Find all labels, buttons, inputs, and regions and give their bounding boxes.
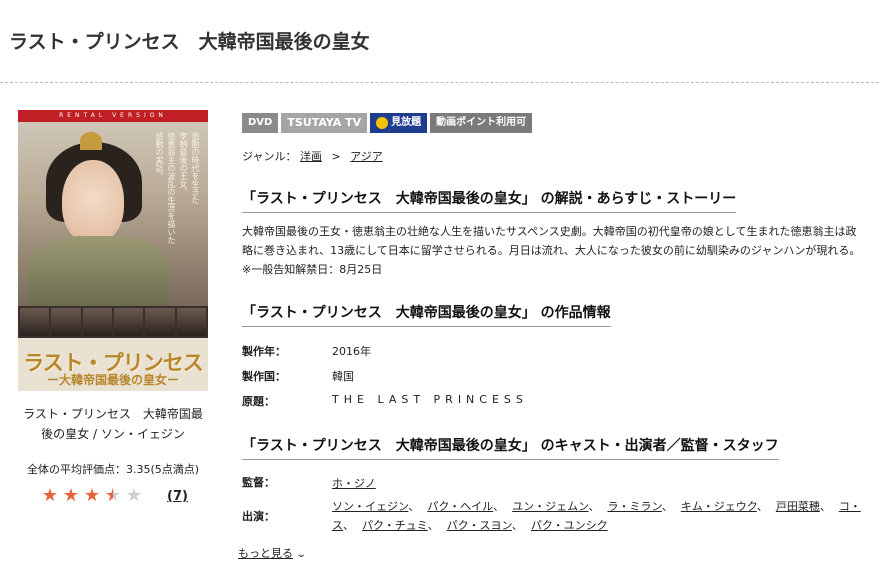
star-icon: ★ <box>41 485 59 506</box>
cast-member-link[interactable]: キム・ジェウク <box>681 500 757 513</box>
dvd-cover-image[interactable]: RENTAL VERSION 激動の時代を生きた 李朝最後の王女、 徳恵翁主の波… <box>18 110 208 391</box>
cast-member-link[interactable]: パク・チュミ <box>362 519 428 532</box>
cast-member-link[interactable]: ソン・イェジン <box>332 500 408 513</box>
year-value: 2016年 <box>332 345 371 358</box>
availability-badges: DVD TSUTAYA TV 見放題 動画ポイント利用可 <box>242 113 533 133</box>
info-row-year: 製作年： 2016年 <box>242 343 371 359</box>
cast-separator: 、 <box>493 500 505 513</box>
mihoudai-badge: 見放題 <box>370 113 428 133</box>
cover-cast-thumbnails <box>18 306 208 338</box>
cover-face-shape <box>62 160 124 244</box>
cover-rental-band: RENTAL VERSION <box>18 110 208 122</box>
cover-crown-shape <box>80 132 102 150</box>
cast-list: ソン・イェジン、 パク・ヘイル、 ユン・ジェムン、 ラ・ミラン、 キム・ジェウク、 戸田菜… <box>332 497 862 535</box>
cast-member-link[interactable]: 戸田菜穂 <box>776 500 820 513</box>
cast-section-heading: 「ラスト・プリンセス 大韓帝国最後の皇女」 のキャスト・出演者／監督・スタッフ <box>242 435 779 460</box>
country-value: 韓国 <box>332 370 354 383</box>
cover-tagline-1: 激動の時代を生きた <box>191 132 200 204</box>
original-title-label: 原題： <box>242 395 275 408</box>
cast-member-link[interactable]: パク・ユンシク <box>531 519 608 532</box>
country-label: 製作国： <box>242 370 286 383</box>
info-section-heading: 「ラスト・プリンセス 大韓帝国最後の皇女」 の作品情報 <box>242 302 611 327</box>
show-more-link[interactable]: もっと見る ⌄ <box>238 545 307 561</box>
cast-member-link[interactable]: パク・ヘイル <box>427 500 493 513</box>
header-divider <box>0 82 879 83</box>
cast-separator: 、 <box>756 500 768 513</box>
director-link[interactable]: ホ・ジノ <box>332 477 376 490</box>
video-points-badge: 動画ポイント利用可 <box>430 113 533 133</box>
cast-separator: 、 <box>588 500 600 513</box>
original-title-value: THE LAST PRINCESS <box>332 393 528 406</box>
cast-member-link[interactable]: ラ・ミラン <box>607 500 661 513</box>
cover-tagline-2: 李朝最後の王女、 <box>179 132 188 196</box>
mihoudai-label: 見放題 <box>391 117 422 128</box>
star-icon: ★ <box>104 485 122 506</box>
director-row: 監督： ホ・ジノ <box>242 474 862 493</box>
star-icon: ★ <box>62 485 80 506</box>
cover-subtitle-logo: ー大韓帝国最後の皇女ー <box>46 373 179 387</box>
cast-separator: 、 <box>511 519 523 532</box>
director-label: 監督： <box>242 476 275 489</box>
breadcrumb-separator: > <box>331 150 341 163</box>
product-title: ラスト・プリンセス 大韓帝国最後の皇女 / ソン・イェジン <box>23 407 203 441</box>
dvd-badge: DVD <box>242 113 279 133</box>
chevron-down-icon: ⌄ <box>295 549 307 560</box>
cast-separator: 、 <box>661 500 673 513</box>
tsutaya-tv-badge: TSUTAYA TV <box>281 113 368 133</box>
cast-separator: 、 <box>343 519 354 532</box>
rating-stars: ★ ★ ★ ★ ★ <box>40 486 144 506</box>
star-icon: ★ <box>125 485 143 506</box>
cast-member-link[interactable]: パク・スヨン <box>447 519 512 532</box>
cast-separator: 、 <box>427 519 439 532</box>
story-description: 大韓帝国最後の王女・徳恵翁主の壮絶な人生を描いたサスペンス史劇。大韓帝国の初代皇… <box>242 225 861 276</box>
cast-separator: 、 <box>408 500 420 513</box>
genre-label: ジャンル： <box>242 150 297 163</box>
cover-tagline-4: 感動の実話。 <box>155 132 164 180</box>
cast-member-link[interactable]: ユン・ジェムン <box>512 500 588 513</box>
year-label: 製作年： <box>242 345 286 358</box>
info-row-country: 製作国： 韓国 <box>242 368 354 384</box>
cover-robe-shape <box>28 236 168 308</box>
cast-separator: 、 <box>819 500 831 513</box>
genre-breadcrumb: ジャンル： 洋画 > アジア <box>242 148 383 164</box>
star-icon: ★ <box>83 485 101 506</box>
genre-link-asia[interactable]: アジア <box>350 150 383 163</box>
coin-icon <box>376 117 389 129</box>
cast-row: 出演： ソン・イェジン、 パク・ヘイル、 ユン・ジェムン、 ラ・ミラン、 キム・ジェウク… <box>242 497 862 535</box>
review-count-link[interactable]: (7) <box>167 489 188 504</box>
cast-label: 出演： <box>242 510 275 523</box>
cover-tagline-3: 徳恵翁主の波乱の生涯を描いた <box>167 132 176 244</box>
info-row-original-title: 原題： THE LAST PRINCESS <box>242 393 528 409</box>
story-section-heading: 「ラスト・プリンセス 大韓帝国最後の皇女」 の解説・あらすじ・ストーリー <box>242 188 737 213</box>
page-title: ラスト・プリンセス 大韓帝国最後の皇女 <box>9 31 370 53</box>
average-rating-label: 全体の平均評価点：3.35(5点満点) <box>26 463 200 476</box>
genre-link-western[interactable]: 洋画 <box>300 150 322 163</box>
